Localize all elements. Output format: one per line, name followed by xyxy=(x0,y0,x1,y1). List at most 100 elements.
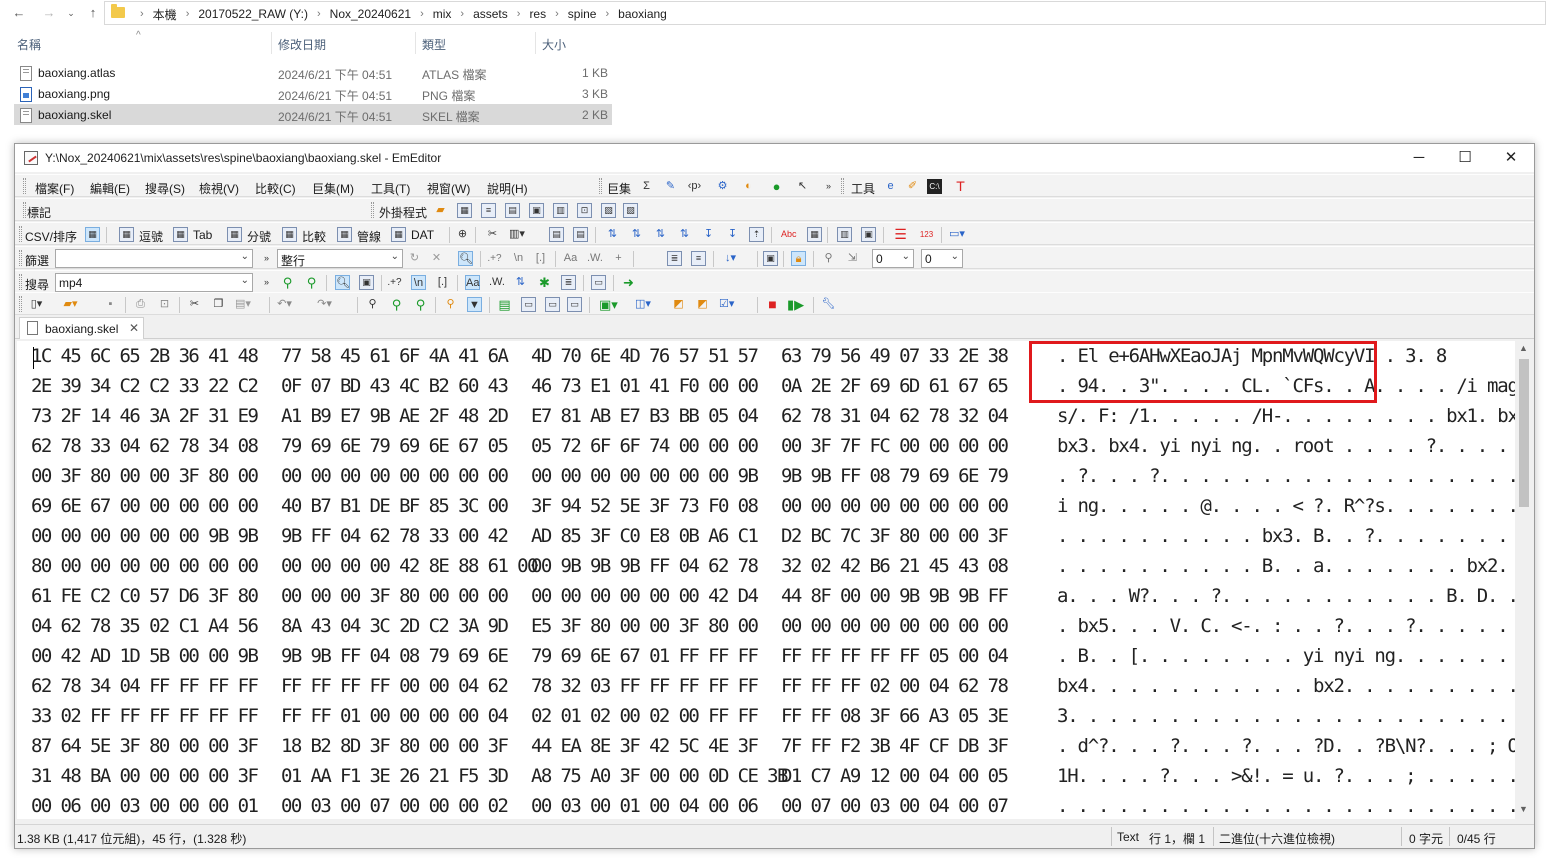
regex-icon[interactable]: .+? xyxy=(387,275,402,290)
match-case-icon[interactable]: Aa xyxy=(465,275,480,290)
refresh-icon[interactable]: ↻ xyxy=(407,251,422,266)
scroll-up-icon[interactable]: ▲ xyxy=(1519,343,1528,353)
hex-byte-group[interactable]: 00 3F 80 00 00 3F 80 00 xyxy=(31,465,259,487)
hex-byte-group[interactable]: 00 03 00 07 00 00 00 02 xyxy=(281,795,509,817)
hex-byte-group[interactable]: A8 75 A0 3F 00 00 0D CE 3B xyxy=(531,765,788,787)
ascii-text[interactable]: . B. . [. . . . . . . . yi nyi ng. . . .… xyxy=(1057,645,1515,667)
calendar-icon[interactable]: ▦ xyxy=(807,227,822,242)
brackets-icon[interactable]: [.] xyxy=(435,275,450,290)
filter-funnel-icon[interactable]: ▼ xyxy=(467,297,482,312)
hex-byte-group[interactable]: E7 81 AB E7 B3 BB 05 04 xyxy=(531,405,759,427)
ascii-text[interactable]: . ?. . . ?. . . . . . . . . . . . . . . … xyxy=(1057,465,1515,487)
macro-run-icon[interactable]: ◐ xyxy=(741,179,756,194)
menu-item[interactable]: 視窗(W) xyxy=(427,180,470,197)
notepad-icon[interactable]: ✐ xyxy=(905,179,920,194)
hex-byte-group[interactable]: 00 00 00 00 42 8E 88 61 00 xyxy=(281,555,538,577)
breadcrumb-item[interactable]: spine xyxy=(568,7,597,21)
breadcrumb-item[interactable]: 20170522_RAW (Y:) xyxy=(198,7,308,21)
breadcrumb-chevron-icon[interactable]: › xyxy=(460,8,464,20)
hex-byte-group[interactable]: 00 00 00 00 00 00 00 00 xyxy=(281,465,509,487)
hex-byte-group[interactable]: 00 3F 7F FC 00 00 00 00 xyxy=(781,435,1009,457)
filter-mode-select[interactable]: 整行 ⌄ xyxy=(277,249,403,268)
csv-format-button[interactable]: DAT xyxy=(411,228,434,242)
menu-item[interactable]: 比較(C) xyxy=(255,180,296,197)
csv-format-button[interactable]: Tab xyxy=(193,228,212,242)
number-123-icon[interactable]: 123 xyxy=(919,227,934,242)
up-arrow-icon[interactable]: ↑ xyxy=(84,4,102,22)
hex-byte-group[interactable]: FF FF FF FF FF 05 00 04 xyxy=(781,645,1009,667)
hex-byte-group[interactable]: 78 32 03 FF FF FF FF FF xyxy=(531,675,759,697)
hex-byte-group[interactable]: 46 73 E1 01 41 F0 00 00 xyxy=(531,375,759,397)
hex-byte-group[interactable]: 31 48 BA 00 00 00 00 3F xyxy=(31,765,259,787)
toolbar-grip[interactable] xyxy=(19,226,22,242)
hex-byte-group[interactable]: 00 03 00 01 00 04 00 06 xyxy=(531,795,759,817)
menu-item[interactable]: 檔案(F) xyxy=(35,180,74,197)
numbered-list-icon[interactable]: ☰ xyxy=(893,227,908,242)
hex-byte-group[interactable]: 02 01 02 00 02 00 FF FF xyxy=(531,705,759,727)
breadcrumb-item[interactable]: baoxiang xyxy=(618,7,667,21)
go-icon[interactable]: ● xyxy=(769,179,784,194)
new-file-icon[interactable]: ▯▾ xyxy=(29,297,44,312)
hex-byte-group[interactable]: 00 00 00 00 00 00 42 D4 xyxy=(531,585,759,607)
ascii-text[interactable]: . bx5. . . V. C. <-. : . . ?. . . ?. . .… xyxy=(1057,615,1515,637)
breadcrumb-item[interactable]: assets xyxy=(473,7,508,21)
hex-byte-group[interactable]: 77 58 45 61 6F 4A 41 6A xyxy=(281,345,509,367)
csv-grid-icon[interactable]: ▦ xyxy=(391,227,406,242)
macro-record-icon[interactable]: ◩ xyxy=(671,297,686,312)
csv-join-icon[interactable]: ▤ xyxy=(573,227,588,242)
lock-icon[interactable]: 🔒︎ xyxy=(791,251,806,266)
ascii-text[interactable]: . . . . . . . . . . bx3. B. . ?. . . . .… xyxy=(1057,525,1515,547)
hex-byte-group[interactable]: 80 00 00 00 00 00 00 00 xyxy=(31,555,259,577)
column-header-size[interactable]: 大小 xyxy=(542,36,566,53)
hex-byte-group[interactable]: FF FF FF FF 00 00 04 62 xyxy=(281,675,509,697)
find-icon[interactable]: ⚲ xyxy=(365,297,380,312)
file-row[interactable]: baoxiang.skel 2024/6/21 下午 04:51 SKEL 檔案 2 … xyxy=(14,104,612,125)
hex-byte-group[interactable]: D2 BC 7C 3F 80 00 00 3F xyxy=(781,525,1009,547)
breadcrumb-chevron-icon[interactable]: › xyxy=(605,8,609,20)
windows-dropdown-icon[interactable]: ◫▾ xyxy=(635,297,651,312)
hex-byte-group[interactable]: 62 78 31 04 62 78 32 04 xyxy=(781,405,1009,427)
toolbar-grip[interactable] xyxy=(19,296,22,312)
hammer-icon[interactable]: T xyxy=(953,179,968,194)
column-header-type[interactable]: 類型 xyxy=(422,36,446,53)
csv-convert-icon[interactable]: ▤ xyxy=(549,227,564,242)
breadcrumb-item[interactable]: mix xyxy=(433,7,452,21)
find-next-icon[interactable]: ⚲ xyxy=(304,275,319,290)
toolbar-overflow-icon[interactable]: » xyxy=(259,251,274,266)
hex-byte-group[interactable]: 00 00 00 00 00 00 00 00 xyxy=(781,495,1009,517)
title-bar[interactable]: Y:\Nox_20240621\mix\assets\res\spine\bao… xyxy=(15,144,1534,172)
hex-byte-group[interactable]: 0A 2E 2F 69 6D 61 67 65 xyxy=(781,375,1009,397)
csv-format-button[interactable]: 比較 xyxy=(302,228,326,245)
macro-settings-icon[interactable]: ⚙ xyxy=(715,179,730,194)
sort-numeric-desc-icon[interactable]: ⇅ xyxy=(677,227,692,242)
whole-word-icon[interactable]: .W. xyxy=(489,275,505,290)
hex-byte-group[interactable]: AD 85 3F C0 E8 0B A6 C1 xyxy=(531,525,759,547)
hex-byte-group[interactable]: 00 42 AD 1D 5B 00 00 9B xyxy=(31,645,259,667)
sort-numeric-asc-icon[interactable]: ⇅ xyxy=(653,227,668,242)
hex-byte-group[interactable]: 87 64 5E 3F 80 00 00 3F xyxy=(31,735,259,757)
hex-byte-group[interactable]: 73 2F 14 46 3A 2F 31 E9 xyxy=(31,405,259,427)
breadcrumb-chevron-icon[interactable]: › xyxy=(517,8,521,20)
hex-editor-area[interactable]: 1C 45 6C 65 2B 36 41 48 77 58 45 61 6F 4A… xyxy=(17,341,1515,819)
breadcrumb-chevron-icon[interactable]: › xyxy=(317,8,321,20)
column-dropdown-icon[interactable]: ▥▾ xyxy=(509,227,525,242)
edit-macro-icon[interactable]: ✎ xyxy=(663,179,678,194)
breadcrumb-chevron-icon[interactable]: › xyxy=(140,8,144,20)
config-icon[interactable]: ▣▾ xyxy=(599,297,618,312)
save-icon[interactable]: ▪ xyxy=(103,297,118,312)
chevron-down-icon[interactable]: ⌄ xyxy=(391,251,399,262)
breadcrumb-chevron-icon[interactable]: › xyxy=(555,8,559,20)
hex-byte-group[interactable]: D1 C7 A9 12 00 04 00 05 xyxy=(781,765,1009,787)
cut-icon[interactable]: ✂ xyxy=(187,297,202,312)
csv-grid-icon[interactable]: ▦ xyxy=(173,227,188,242)
csv-grid-icon[interactable]: ▦ xyxy=(337,227,352,242)
find-in-files-icon[interactable]: ▣ xyxy=(359,275,374,290)
close-button[interactable]: ✕ xyxy=(1488,144,1534,172)
filter-list-icon[interactable]: ≣ xyxy=(667,251,682,266)
hex-byte-group[interactable]: 69 6E 67 00 00 00 00 00 xyxy=(31,495,259,517)
minimize-button[interactable]: ─ xyxy=(1396,144,1442,172)
toolbar-grip[interactable] xyxy=(371,202,374,218)
sort-descending-za-icon[interactable]: ⇅ xyxy=(629,227,644,242)
ascii-text[interactable]: bx4. . . . . . . . . . . bx2. . . . . . … xyxy=(1057,675,1515,697)
stop-recording-icon[interactable]: ■ xyxy=(765,297,780,312)
